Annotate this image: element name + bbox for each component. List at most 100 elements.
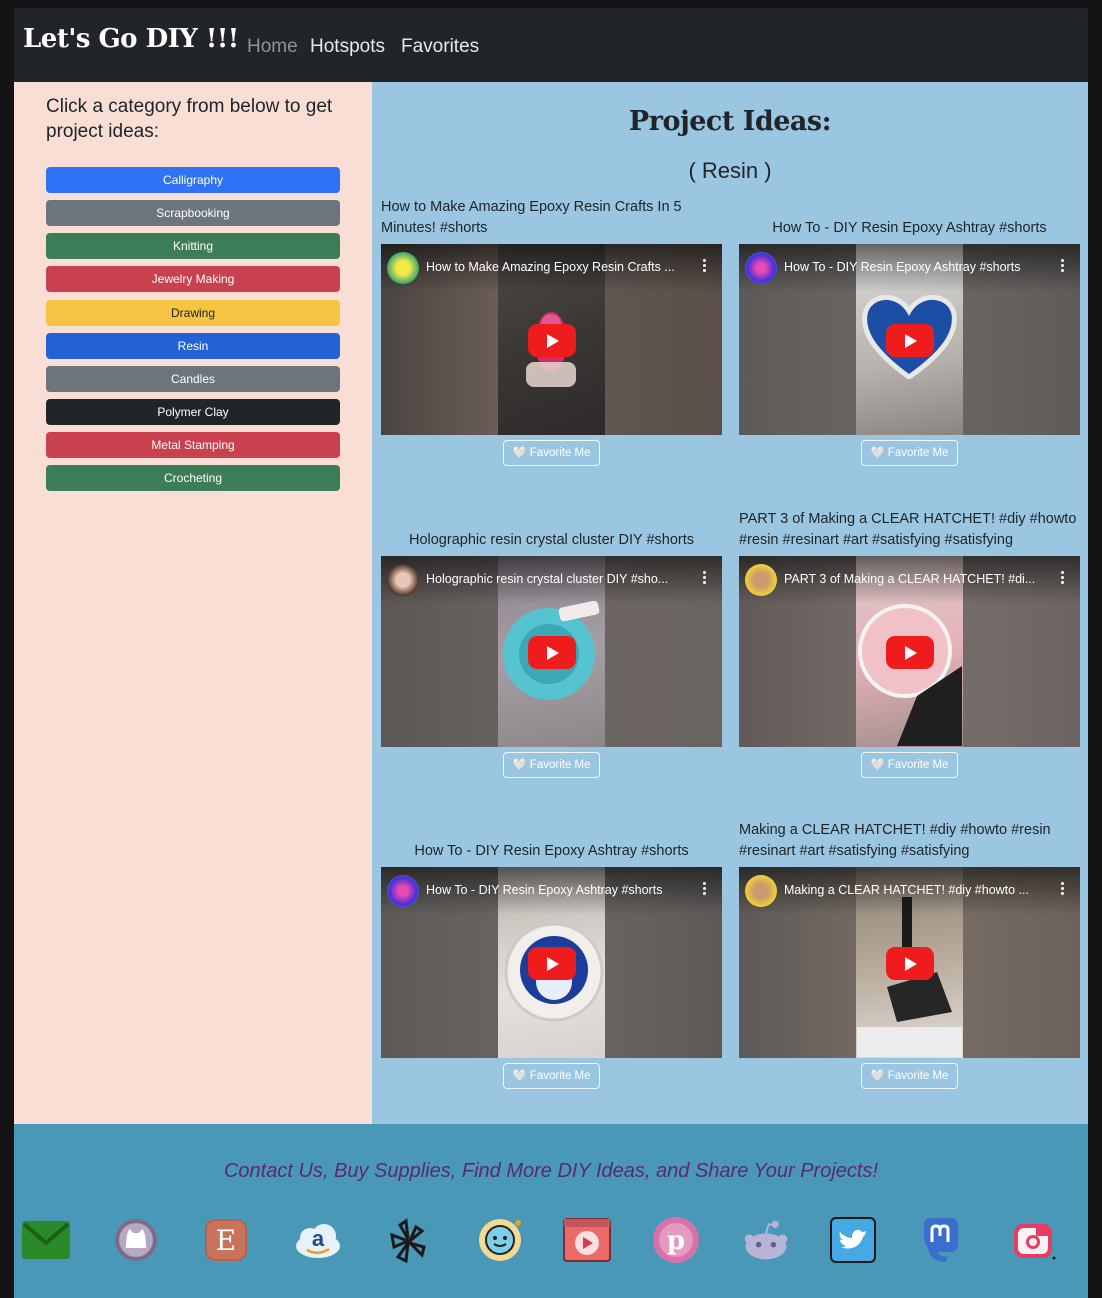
favorite-button[interactable]: 🤍 Favorite Me bbox=[503, 752, 600, 778]
video-title: Making a CLEAR HATCHET! #diy #howto #res… bbox=[739, 822, 1051, 859]
svg-text:E: E bbox=[216, 1224, 236, 1257]
favorite-button[interactable]: 🤍 Favorite Me bbox=[861, 1063, 958, 1089]
favorite-button[interactable]: 🤍 Favorite Me bbox=[861, 440, 958, 466]
reddit-icon[interactable] bbox=[742, 1216, 790, 1264]
video-overlay-title[interactable]: Making a CLEAR HATCHET! #diy #howto ... bbox=[784, 883, 1049, 897]
video-card: Holographic resin crystal cluster DIY #s… bbox=[381, 509, 722, 779]
instagram-icon[interactable] bbox=[1010, 1216, 1058, 1264]
category-button-polymer-clay[interactable]: Polymer Clay bbox=[46, 399, 340, 425]
favorite-label: Favorite Me bbox=[529, 759, 591, 771]
play-icon[interactable] bbox=[886, 324, 934, 357]
heart-icon: 🤍 bbox=[870, 447, 885, 459]
play-icon[interactable] bbox=[528, 324, 576, 357]
heart-icon: 🤍 bbox=[870, 1070, 885, 1082]
category-button-drawing[interactable]: Drawing bbox=[46, 300, 340, 326]
github-icon[interactable] bbox=[112, 1216, 160, 1264]
waze-icon[interactable] bbox=[476, 1216, 524, 1264]
favorite-label: Favorite Me bbox=[887, 447, 949, 459]
channel-avatar[interactable] bbox=[387, 252, 419, 284]
video-title: Holographic resin crystal cluster DIY #s… bbox=[408, 532, 694, 548]
favorite-button[interactable]: 🤍 Favorite Me bbox=[503, 1063, 600, 1089]
play-icon[interactable] bbox=[528, 947, 576, 980]
footer-text: Contact Us, Buy Supplies, Find More DIY … bbox=[223, 1160, 879, 1182]
video-card: How to Make Amazing Epoxy Resin Crafts I… bbox=[381, 197, 722, 467]
heart-icon: 🤍 bbox=[512, 759, 527, 771]
video-title: PART 3 of Making a CLEAR HATCHET! #diy #… bbox=[739, 511, 1077, 548]
category-button-jewelry-making[interactable]: Jewelry Making bbox=[46, 266, 340, 292]
pinterest-icon[interactable]: p bbox=[652, 1216, 700, 1264]
favorite-label: Favorite Me bbox=[887, 759, 949, 771]
video-player[interactable]: How To - DIY Resin Epoxy Ashtray #shorts bbox=[381, 867, 722, 1058]
favorite-label: Favorite Me bbox=[529, 1070, 591, 1082]
video-player[interactable]: How to Make Amazing Epoxy Resin Crafts .… bbox=[381, 244, 722, 435]
video-title: How To - DIY Resin Epoxy Ashtray #shorts bbox=[772, 220, 1047, 236]
more-icon[interactable] bbox=[1060, 569, 1064, 589]
yelp-icon[interactable] bbox=[384, 1216, 432, 1264]
more-icon[interactable] bbox=[702, 257, 706, 277]
svg-text:a: a bbox=[312, 1226, 325, 1251]
page: Let's Go DIY !!! Home Hotspots Favorites… bbox=[14, 8, 1088, 1298]
video-overlay-title[interactable]: PART 3 of Making a CLEAR HATCHET! #di... bbox=[784, 572, 1049, 586]
video-player[interactable]: Making a CLEAR HATCHET! #diy #howto ... bbox=[739, 867, 1080, 1058]
category-button-calligraphy[interactable]: Calligraphy bbox=[46, 167, 340, 193]
more-icon[interactable] bbox=[1060, 257, 1064, 277]
more-icon[interactable] bbox=[1060, 880, 1064, 900]
category-button-knitting[interactable]: Knitting bbox=[46, 233, 340, 259]
category-button-scrapbooking[interactable]: Scrapbooking bbox=[46, 200, 340, 226]
video-thumbnail bbox=[858, 604, 962, 746]
heart-icon: 🤍 bbox=[512, 1070, 527, 1082]
video-card: How To - DIY Resin Epoxy Ashtray #shorts… bbox=[381, 820, 722, 1090]
video-title: How to Make Amazing Epoxy Resin Crafts I… bbox=[381, 199, 682, 236]
twitter-icon[interactable] bbox=[829, 1216, 877, 1264]
video-thumbnail bbox=[504, 922, 604, 1022]
video-player[interactable]: Holographic resin crystal cluster DIY #s… bbox=[381, 556, 722, 747]
svg-text:p: p bbox=[667, 1226, 685, 1256]
footer: Contact Us, Buy Supplies, Find More DIY … bbox=[14, 1124, 1088, 1298]
brand-logo[interactable]: Let's Go DIY !!! bbox=[23, 24, 239, 54]
sidebar-title: Click a category from below to get proje… bbox=[46, 96, 333, 142]
youtube-icon[interactable] bbox=[563, 1216, 611, 1264]
video-card: PART 3 of Making a CLEAR HATCHET! #diy #… bbox=[739, 509, 1080, 779]
channel-avatar[interactable] bbox=[745, 875, 777, 907]
video-overlay-title[interactable]: How To - DIY Resin Epoxy Ashtray #shorts bbox=[426, 883, 691, 897]
channel-avatar[interactable] bbox=[745, 564, 777, 596]
play-icon[interactable] bbox=[886, 636, 934, 669]
nav-home[interactable]: Home bbox=[247, 36, 298, 58]
video-overlay-title[interactable]: How to Make Amazing Epoxy Resin Crafts .… bbox=[426, 260, 691, 274]
heart-icon: 🤍 bbox=[512, 447, 527, 459]
navbar: Let's Go DIY !!! Home Hotspots Favorites bbox=[14, 8, 1088, 82]
category-button-resin[interactable]: Resin bbox=[46, 333, 340, 359]
play-icon[interactable] bbox=[886, 947, 934, 980]
category-button-candles[interactable]: Candles bbox=[46, 366, 340, 392]
category-button-metal-stamping[interactable]: Metal Stamping bbox=[46, 432, 340, 458]
channel-avatar[interactable] bbox=[745, 252, 777, 284]
selected-category-label: ( Resin ) bbox=[688, 158, 772, 183]
video-overlay-title[interactable]: Holographic resin crystal cluster DIY #s… bbox=[426, 572, 691, 586]
video-player[interactable]: How To - DIY Resin Epoxy Ashtray #shorts bbox=[739, 244, 1080, 435]
etsy-icon[interactable]: E bbox=[202, 1216, 250, 1264]
channel-avatar[interactable] bbox=[387, 564, 419, 596]
nav-hotspots[interactable]: Hotspots bbox=[310, 36, 385, 58]
favorite-button[interactable]: 🤍 Favorite Me bbox=[861, 752, 958, 778]
video-title: How To - DIY Resin Epoxy Ashtray #shorts bbox=[414, 843, 689, 859]
category-sidebar: Click a category from below to get proje… bbox=[14, 82, 372, 1124]
video-player[interactable]: PART 3 of Making a CLEAR HATCHET! #di... bbox=[739, 556, 1080, 747]
channel-avatar[interactable] bbox=[387, 875, 419, 907]
project-ideas-panel: Project Ideas: ( Resin ) How to Make Ama… bbox=[372, 82, 1088, 1124]
mastodon-icon[interactable] bbox=[917, 1216, 965, 1264]
video-overlay-title[interactable]: How To - DIY Resin Epoxy Ashtray #shorts bbox=[784, 260, 1049, 274]
category-button-crocheting[interactable]: Crocheting bbox=[46, 465, 340, 491]
video-card: Making a CLEAR HATCHET! #diy #howto #res… bbox=[739, 820, 1080, 1090]
favorite-button[interactable]: 🤍 Favorite Me bbox=[503, 440, 600, 466]
nav-favorites[interactable]: Favorites bbox=[401, 36, 479, 58]
email-icon[interactable] bbox=[22, 1216, 70, 1264]
heart-icon: 🤍 bbox=[870, 759, 885, 771]
amazon-icon[interactable]: a bbox=[294, 1216, 342, 1264]
play-icon[interactable] bbox=[528, 636, 576, 669]
page-title: Project Ideas: bbox=[628, 106, 832, 137]
video-card: How To - DIY Resin Epoxy Ashtray #shorts… bbox=[739, 197, 1080, 467]
favorite-label: Favorite Me bbox=[529, 447, 591, 459]
more-icon[interactable] bbox=[702, 880, 706, 900]
favorite-label: Favorite Me bbox=[887, 1070, 949, 1082]
more-icon[interactable] bbox=[702, 569, 706, 589]
